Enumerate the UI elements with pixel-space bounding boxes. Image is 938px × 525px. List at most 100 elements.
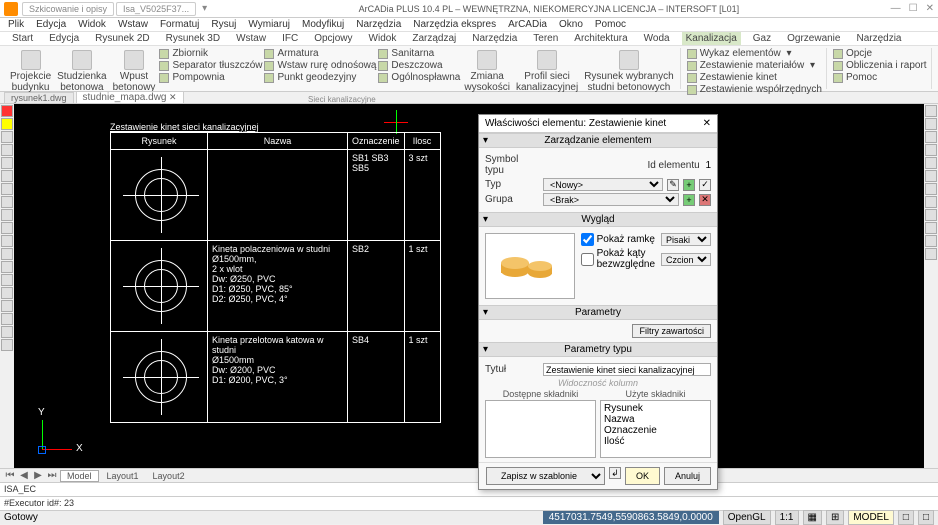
ribbon-tab[interactable]: Rysunek 3D <box>162 32 224 45</box>
ribbon-button[interactable]: Punkt geodezyjny <box>264 72 376 83</box>
ribbon-button[interactable]: Wstaw rurę odnośową <box>264 60 376 71</box>
close-icon[interactable]: ✕ <box>703 118 711 129</box>
toolbar-button[interactable] <box>1 261 13 273</box>
section-header[interactable]: ▾Parametry <box>479 305 717 320</box>
toolbar-button[interactable] <box>1 222 13 234</box>
menu-item[interactable]: Edycja <box>36 19 66 30</box>
toolbar-button[interactable] <box>1 209 13 221</box>
ribbon-tab[interactable]: Zarządzaj <box>408 32 460 45</box>
menu-item[interactable]: Modyfikuj <box>302 19 344 30</box>
ribbon-tab[interactable]: Widok <box>365 32 401 45</box>
menu-item[interactable]: Formatuj <box>160 19 199 30</box>
minimize-button[interactable]: — <box>891 3 901 14</box>
toolbar-button[interactable] <box>925 118 937 130</box>
toolbar-button[interactable] <box>925 131 937 143</box>
ribbon-tab[interactable]: Woda <box>640 32 674 45</box>
toolbar-button[interactable] <box>1 157 13 169</box>
menu-item[interactable]: Narzędzia ekspres <box>413 19 496 30</box>
ribbon-button[interactable]: Profil sieci kanalizacyjnej <box>514 48 580 95</box>
cancel-button[interactable]: Anuluj <box>664 467 711 485</box>
title-input[interactable] <box>543 363 711 376</box>
color-swatch[interactable] <box>1 105 13 117</box>
ribbon-button[interactable]: Wykaz elementów ▾ <box>687 48 822 59</box>
ribbon-button[interactable]: Projekcie budynku <box>8 48 53 95</box>
menu-item[interactable]: Rysuj <box>211 19 236 30</box>
add-icon[interactable]: + <box>683 194 695 206</box>
ribbon-button[interactable]: Opcje <box>833 48 927 59</box>
qat-tab[interactable]: Szkicowanie i opisy <box>22 2 114 16</box>
menu-item[interactable]: Narzędzia <box>356 19 401 30</box>
toolbar-button[interactable] <box>1 144 13 156</box>
doc-tab[interactable]: studnie_mapa.dwg ✕ <box>76 91 184 104</box>
check-icon[interactable]: ✓ <box>699 179 711 191</box>
ribbon-button[interactable]: Armatura <box>264 48 376 59</box>
toolbar-button[interactable] <box>1 131 13 143</box>
ribbon-button[interactable]: Obliczenia i raport <box>833 60 927 71</box>
nav-last-icon[interactable]: ⏭ <box>46 470 58 481</box>
toolbar-button[interactable] <box>1 274 13 286</box>
list-item[interactable]: Ilość <box>603 436 708 447</box>
ribbon-tab[interactable]: Teren <box>529 32 562 45</box>
toolbar-button[interactable] <box>1 170 13 182</box>
ribbon-button[interactable]: Rysunek wybranych studni betonowych <box>582 48 675 95</box>
ribbon-button[interactable]: Zbiornik <box>159 48 262 59</box>
ribbon-button[interactable]: Zmiana wysokości <box>462 48 512 95</box>
ribbon-button[interactable]: Sanitarna <box>378 48 460 59</box>
filters-button[interactable]: Filtry zawartości <box>632 324 711 338</box>
section-header[interactable]: ▾Zarządzanie elementem <box>479 133 717 148</box>
ribbon-tab[interactable]: Opcjowy <box>310 32 356 45</box>
close-button[interactable]: ✕ <box>926 3 934 14</box>
ribbon-tab[interactable]: Narzędzia <box>468 32 521 45</box>
ribbon-tab[interactable]: Rysunek 2D <box>91 32 153 45</box>
ribbon-tab[interactable]: Kanalizacja <box>682 32 741 45</box>
list-item[interactable]: Rysunek <box>603 403 708 414</box>
toolbar-button[interactable] <box>1 183 13 195</box>
toolbar-button[interactable] <box>1 196 13 208</box>
drawing-canvas[interactable]: Zestawienie kinet sieci kanalizacyjnej R… <box>14 104 938 468</box>
ribbon-tab[interactable]: IFC <box>278 32 302 45</box>
ok-button[interactable]: OK <box>625 467 660 485</box>
toolbar-button[interactable] <box>925 170 937 182</box>
menu-item[interactable]: Okno <box>559 19 583 30</box>
nav-first-icon[interactable]: ⏮ <box>4 470 16 481</box>
ribbon-button[interactable]: Zestawienie materiałów ▾ <box>687 60 822 71</box>
show-angles-checkbox[interactable] <box>581 253 594 266</box>
toolbar-button[interactable] <box>925 209 937 221</box>
maximize-button[interactable]: ☐ <box>909 3 918 14</box>
qat-tab[interactable]: Isa_V5025F37... <box>116 2 196 16</box>
toolbar-button[interactable] <box>925 157 937 169</box>
toolbar-button[interactable] <box>925 144 937 156</box>
available-list[interactable] <box>485 400 596 458</box>
pen-icon[interactable]: ✎ <box>667 179 679 191</box>
ribbon-button[interactable]: Pompownia <box>159 72 262 83</box>
ribbon-tab[interactable]: Ogrzewanie <box>783 32 844 45</box>
ribbon-button[interactable]: Ogólnospławna <box>378 72 460 83</box>
status-button[interactable]: ⊞ <box>826 510 844 525</box>
menu-item[interactable]: Plik <box>8 19 24 30</box>
ribbon-button[interactable]: Pomoc <box>833 72 927 83</box>
show-frame-checkbox[interactable] <box>581 233 594 246</box>
section-header[interactable]: ▾Parametry typu <box>479 342 717 357</box>
status-button[interactable]: □ <box>898 510 914 525</box>
ribbon-tab[interactable]: Architektura <box>570 32 631 45</box>
toolbar-button[interactable] <box>925 105 937 117</box>
fonts-select[interactable]: Czcionki <box>661 253 711 266</box>
toolbar-button[interactable] <box>925 235 937 247</box>
apply-icon[interactable]: ↲ <box>609 467 621 479</box>
list-item[interactable]: Nazwa <box>603 414 708 425</box>
layout-tab[interactable]: Model <box>60 470 99 482</box>
toolbar-button[interactable] <box>1 248 13 260</box>
ribbon-tab[interactable]: Narzędzia <box>852 32 905 45</box>
ribbon-button[interactable]: Studzienka betonowa <box>55 48 108 95</box>
ribbon-tab[interactable]: Edycja <box>45 32 83 45</box>
toolbar-button[interactable] <box>1 235 13 247</box>
layout-tab[interactable]: Layout2 <box>147 471 191 481</box>
toolbar-button[interactable] <box>925 248 937 260</box>
status-button[interactable]: 1:1 <box>775 510 799 525</box>
nav-prev-icon[interactable]: ◀ <box>18 470 30 481</box>
toolbar-button[interactable] <box>1 339 13 351</box>
layout-tab[interactable]: Layout1 <box>101 471 145 481</box>
ribbon-button[interactable]: Zestawienie współrzędnych <box>687 84 822 95</box>
status-button[interactable]: □ <box>918 510 934 525</box>
toolbar-button[interactable] <box>1 326 13 338</box>
